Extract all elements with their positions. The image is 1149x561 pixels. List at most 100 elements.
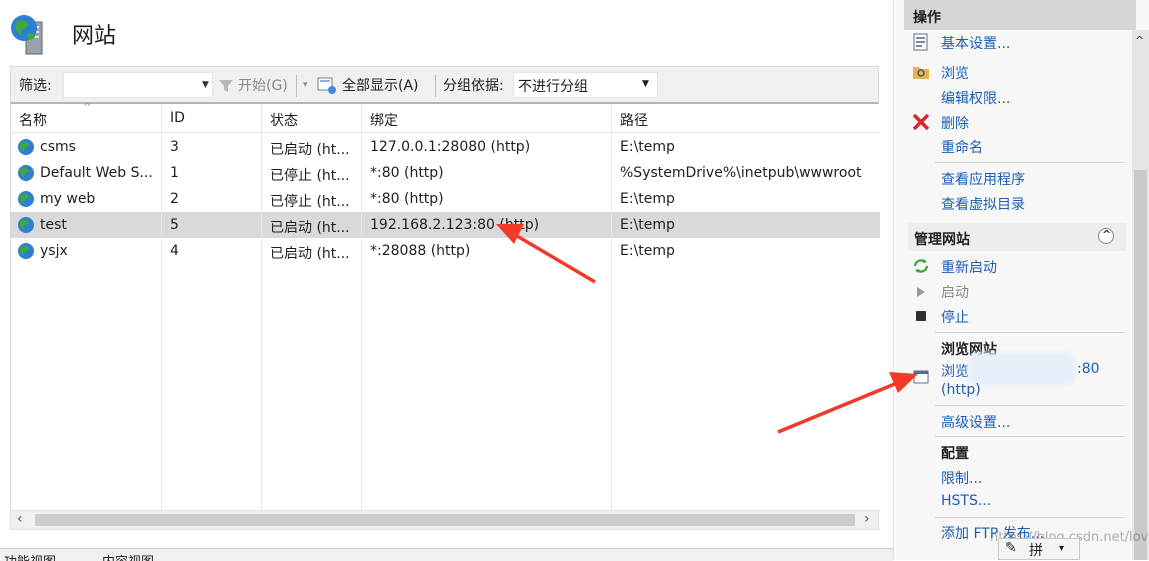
play-icon (917, 287, 925, 297)
basic-settings-link[interactable]: 基本设置... (941, 33, 1010, 53)
table-header: 名称 ^ ID 状态 绑定 路径 (11, 102, 880, 133)
ime-toolbar[interactable]: ✎ 拼 ▾ (998, 538, 1080, 560)
actions-divider (935, 436, 1125, 437)
table-row[interactable]: my web 2 已停止 (ht... *:80 (http) E:\temp (11, 186, 880, 212)
toolbar-separator (435, 75, 436, 97)
vertical-scrollbar[interactable]: ^ (1132, 30, 1149, 560)
show-all-icon (317, 77, 336, 94)
site-id-cell: 5 (170, 217, 179, 233)
view-virtual-directories-link[interactable]: 查看虚拟目录 (941, 194, 1025, 214)
column-divider (611, 104, 612, 510)
collapse-chevron-up-icon[interactable]: ^ (1098, 228, 1114, 244)
sort-ascending-icon: ^ (83, 102, 92, 113)
manage-site-title: 管理网站 (914, 232, 970, 248)
site-status-cell: 已停止 (ht... (270, 194, 350, 210)
website-globe-icon (18, 139, 34, 155)
group-by-select[interactable]: 不进行分组 ▼ (513, 72, 658, 98)
configure-heading: 配置 (941, 446, 969, 462)
folder-search-icon (913, 67, 929, 79)
scrollbar-thumb[interactable] (35, 514, 855, 526)
scroll-up-icon[interactable]: ^ (1135, 34, 1144, 47)
browse-link[interactable]: 浏览 (941, 63, 969, 83)
show-all-button[interactable]: 全部显示(A) (342, 75, 419, 95)
toolbar-separator (296, 75, 297, 97)
column-header-id[interactable]: ID (170, 110, 185, 126)
delete-link[interactable]: 删除 (941, 113, 969, 133)
view-tabs: 功能视图 内容视图 (0, 548, 893, 561)
site-path-cell: E:\temp (620, 217, 675, 233)
site-name-cell: my web (40, 191, 96, 207)
edit-permissions-link[interactable]: 编辑权限... (941, 88, 1010, 108)
column-header-path[interactable]: 路径 (620, 110, 648, 130)
scroll-right-icon[interactable]: › (864, 511, 870, 527)
site-id-cell: 1 (170, 165, 179, 181)
filter-dropdown-icon[interactable]: ▼ (202, 80, 209, 90)
scroll-left-icon[interactable]: ‹ (17, 511, 23, 527)
site-binding-cell: *:80 (http) (370, 165, 444, 181)
table-row[interactable]: Default Web S... 1 已停止 (ht... *:80 (http) %S… (11, 160, 880, 186)
restart-link[interactable]: 重新启动 (941, 257, 997, 277)
column-divider (261, 104, 262, 510)
server-globe-icon (11, 15, 43, 55)
site-id-cell: 3 (170, 139, 179, 155)
actions-divider (935, 332, 1125, 333)
website-globe-icon (18, 191, 34, 207)
table-row[interactable]: csms 3 已启动 (ht... 127.0.0.1:28080 (http) E:\… (11, 134, 880, 160)
start-link[interactable]: 启动 (941, 282, 969, 302)
browser-window-icon (913, 370, 929, 384)
site-binding-cell: 192.168.2.123:80 (http) (370, 217, 540, 233)
website-globe-icon (18, 217, 34, 233)
rename-link[interactable]: 重命名 (941, 137, 983, 157)
browse-site-link-protocol[interactable]: (http) (941, 382, 981, 398)
group-by-label: 分组依据: (443, 78, 504, 94)
actions-divider (935, 517, 1125, 518)
group-by-value: 不进行分组 (518, 79, 588, 95)
actions-divider (935, 405, 1125, 406)
actions-title: 操作 (913, 10, 941, 26)
column-header-name[interactable]: 名称 (19, 110, 47, 130)
site-path-cell: %SystemDrive%\inetpub\wwwroot (620, 165, 862, 181)
restart-icon (913, 259, 929, 273)
scrollbar-thumb[interactable] (1134, 170, 1147, 560)
start-dropdown-icon[interactable]: ▾ (303, 80, 308, 90)
start-filter-button[interactable]: 开始(G) (238, 75, 288, 95)
filter-input[interactable] (63, 72, 213, 98)
site-status-cell: 已启动 (ht... (270, 246, 350, 262)
ime-menu-icon[interactable]: ▾ (1059, 543, 1064, 554)
site-binding-cell: 127.0.0.1:28080 (http) (370, 139, 531, 155)
sites-table: 名称 ^ ID 状态 绑定 路径 csms 3 已启动 (ht... 127.0.0.… (10, 102, 880, 510)
table-row[interactable]: test 5 已启动 (ht... 192.168.2.123:80 (http) E:… (11, 212, 880, 238)
site-status-cell: 已停止 (ht... (270, 168, 350, 184)
table-row[interactable]: ysjx 4 已启动 (ht... *:28088 (http) E:\temp (11, 238, 880, 264)
sites-pane: 网站 筛选: ▼ 开始(G) ▾ 全部显示(A) 分组依据: 不进行分组 ▼ 名… (0, 0, 894, 561)
site-name-cell: Default Web S... (40, 165, 153, 181)
horizontal-scrollbar[interactable]: ‹ › (10, 510, 879, 530)
limits-link[interactable]: 限制... (941, 468, 982, 488)
site-id-cell: 4 (170, 243, 179, 259)
column-header-binding[interactable]: 绑定 (370, 110, 398, 130)
column-header-status[interactable]: 状态 (270, 110, 298, 130)
hsts-link[interactable]: HSTS... (941, 493, 991, 509)
page-title: 网站 (72, 24, 117, 49)
manage-site-section-header: 管理网站 ^ (908, 223, 1126, 251)
ime-pen-icon: ✎ (1005, 540, 1017, 556)
delete-x-icon (912, 113, 930, 131)
stop-icon (916, 311, 926, 321)
site-name-cell: ysjx (40, 243, 68, 259)
site-path-cell: E:\temp (620, 243, 675, 259)
column-divider (361, 104, 362, 510)
site-status-cell: 已启动 (ht... (270, 142, 350, 158)
stop-link[interactable]: 停止 (941, 307, 969, 327)
site-name-cell: csms (40, 139, 76, 155)
view-applications-link[interactable]: 查看应用程序 (941, 169, 1025, 189)
column-divider (161, 104, 162, 510)
filter-label: 筛选: (19, 78, 52, 94)
group-by-dropdown-icon: ▼ (642, 79, 649, 89)
ime-pinyin-button[interactable]: 拼 (1029, 540, 1043, 560)
advanced-settings-link[interactable]: 高级设置... (941, 412, 1010, 432)
site-path-cell: E:\temp (620, 191, 675, 207)
browse-site-link-port[interactable]: :80 (1077, 361, 1100, 377)
website-globe-icon (18, 243, 34, 259)
browse-site-link[interactable]: 浏览 (941, 361, 969, 381)
site-binding-cell: *:80 (http) (370, 191, 444, 207)
